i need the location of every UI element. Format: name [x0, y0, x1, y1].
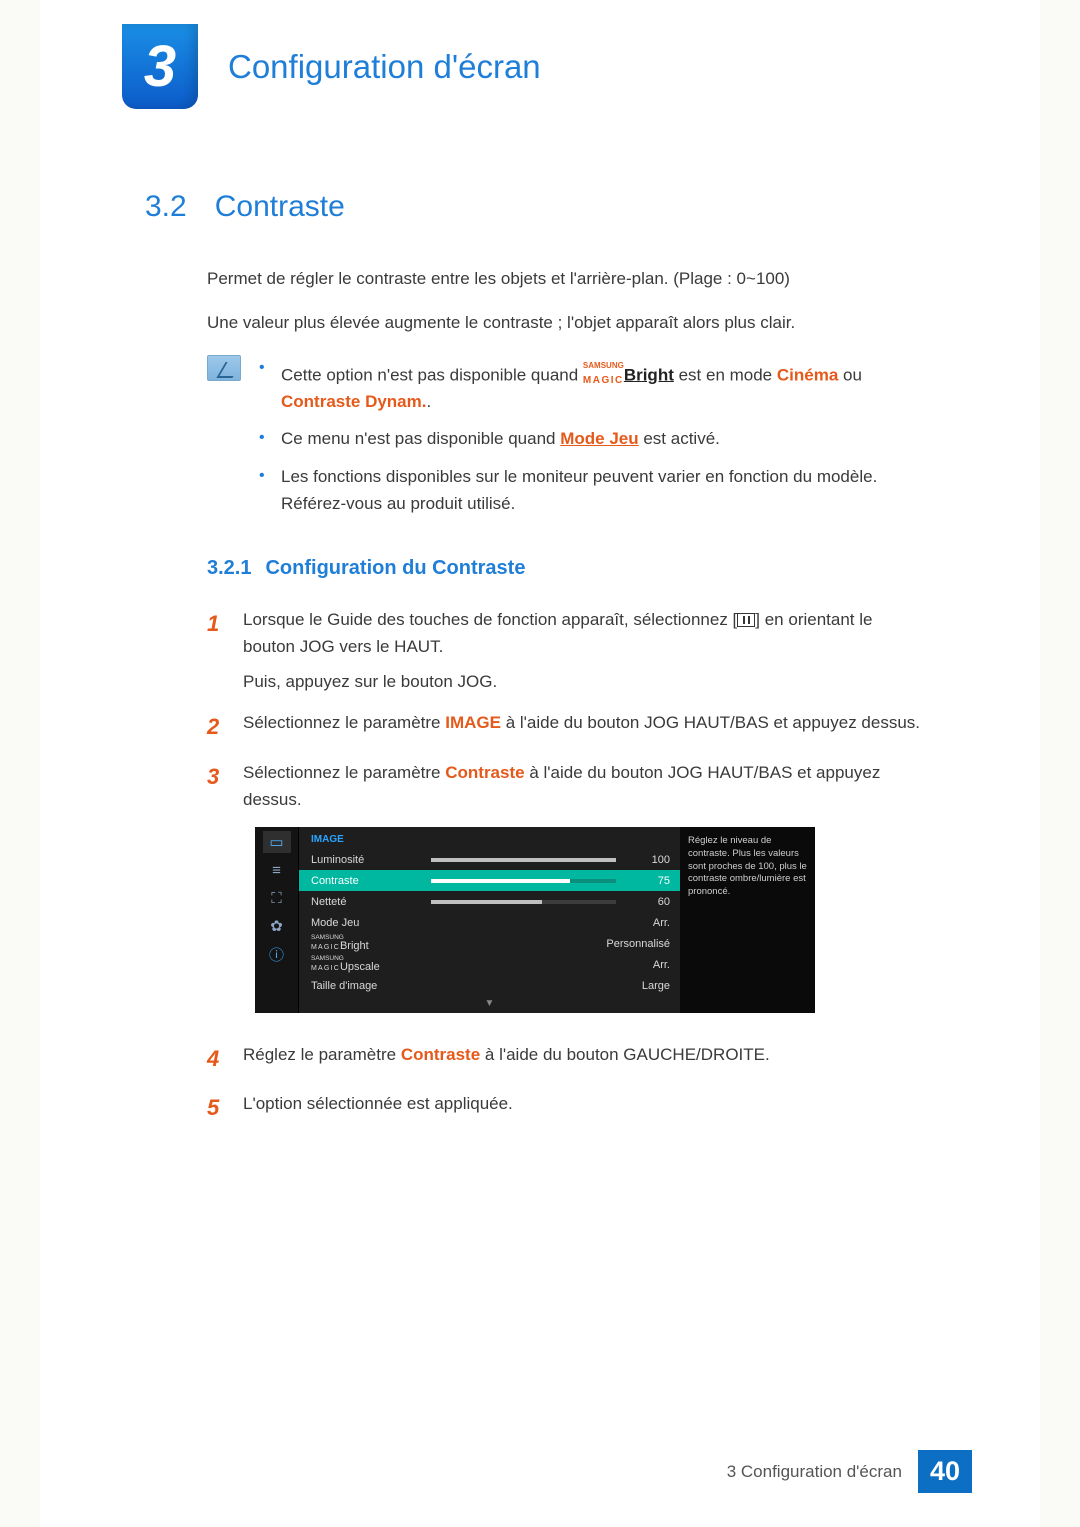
- osd-image-icon: ▭: [263, 831, 291, 853]
- osd-list-icon: ≡: [263, 859, 291, 881]
- osd-row-magic-upscale: SAMSUNGMAGICUpscale Arr.: [299, 954, 680, 975]
- osd-row-nettete: Netteté 60: [299, 891, 680, 912]
- osd-sidebar: ▭ ≡ ⛶ ✿ ⓘ: [255, 827, 299, 1013]
- osd-row-mode-jeu: Mode Jeu Arr.: [299, 912, 680, 933]
- section-number: 3.2: [145, 190, 187, 224]
- osd-title: IMAGE: [299, 827, 680, 849]
- step-4: 4 Réglez le paramètre Contraste à l'aide…: [145, 1041, 925, 1076]
- osd-resize-icon: ⛶: [263, 887, 291, 909]
- chapter-number-badge: 3: [122, 24, 198, 109]
- osd-row-magic-bright: SAMSUNGMAGICBright Personnalisé: [299, 933, 680, 954]
- note-item-3: Les fonctions disponibles sur le moniteu…: [259, 463, 925, 517]
- osd-row-contraste: Contraste 75: [299, 870, 680, 891]
- intro-paragraph-2: Une valeur plus élevée augmente le contr…: [145, 310, 925, 336]
- step-number: 3: [207, 759, 225, 813]
- note-item-1: Cette option n'est pas disponible quand …: [259, 355, 925, 416]
- osd-row-luminosite: Luminosité 100: [299, 849, 680, 870]
- osd-down-arrow-icon: ▼: [299, 996, 680, 1013]
- subsection-heading: 3.2.1 Configuration du Contraste: [145, 557, 925, 580]
- step-3: 3 Sélectionnez le paramètre Contraste à …: [145, 759, 925, 813]
- menu-icon: [737, 613, 755, 627]
- osd-main: IMAGE Luminosité 100 Contraste 75 Nettet…: [299, 827, 680, 1013]
- osd-help-text: Réglez le niveau de contraste. Plus les …: [680, 827, 815, 1013]
- footer-text: 3 Configuration d'écran: [727, 1462, 902, 1482]
- chapter-header: 3 Configuration d'écran: [122, 24, 541, 109]
- step-number: 5: [207, 1090, 225, 1125]
- osd-row-taille-image: Taille d'image Large: [299, 975, 680, 996]
- step-number: 1: [207, 606, 225, 696]
- page-footer: 3 Configuration d'écran 40: [727, 1450, 972, 1493]
- note-icon: [207, 355, 241, 381]
- step-2: 2 Sélectionnez le paramètre IMAGE à l'ai…: [145, 709, 925, 744]
- step-number: 2: [207, 709, 225, 744]
- osd-info-icon: ⓘ: [263, 943, 291, 965]
- step-number: 4: [207, 1041, 225, 1076]
- subsection-title: Configuration du Contraste: [265, 557, 525, 580]
- osd-screenshot: ▭ ≡ ⛶ ✿ ⓘ IMAGE Luminosité 100 Contraste: [255, 827, 815, 1013]
- step-1: 1 Lorsque le Guide des touches de foncti…: [145, 606, 925, 696]
- subsection-number: 3.2.1: [207, 557, 251, 580]
- page-number: 40: [918, 1450, 972, 1493]
- note-item-2: Ce menu n'est pas disponible quand Mode …: [259, 425, 925, 452]
- section-title: Contraste: [215, 190, 345, 224]
- osd-settings-icon: ✿: [263, 915, 291, 937]
- intro-paragraph-1: Permet de régler le contraste entre les …: [145, 266, 925, 292]
- section-heading: 3.2 Contraste: [145, 190, 925, 224]
- chapter-title: Configuration d'écran: [228, 48, 541, 86]
- note-block: Cette option n'est pas disponible quand …: [145, 355, 925, 527]
- step-5: 5 L'option sélectionnée est appliquée.: [145, 1090, 925, 1125]
